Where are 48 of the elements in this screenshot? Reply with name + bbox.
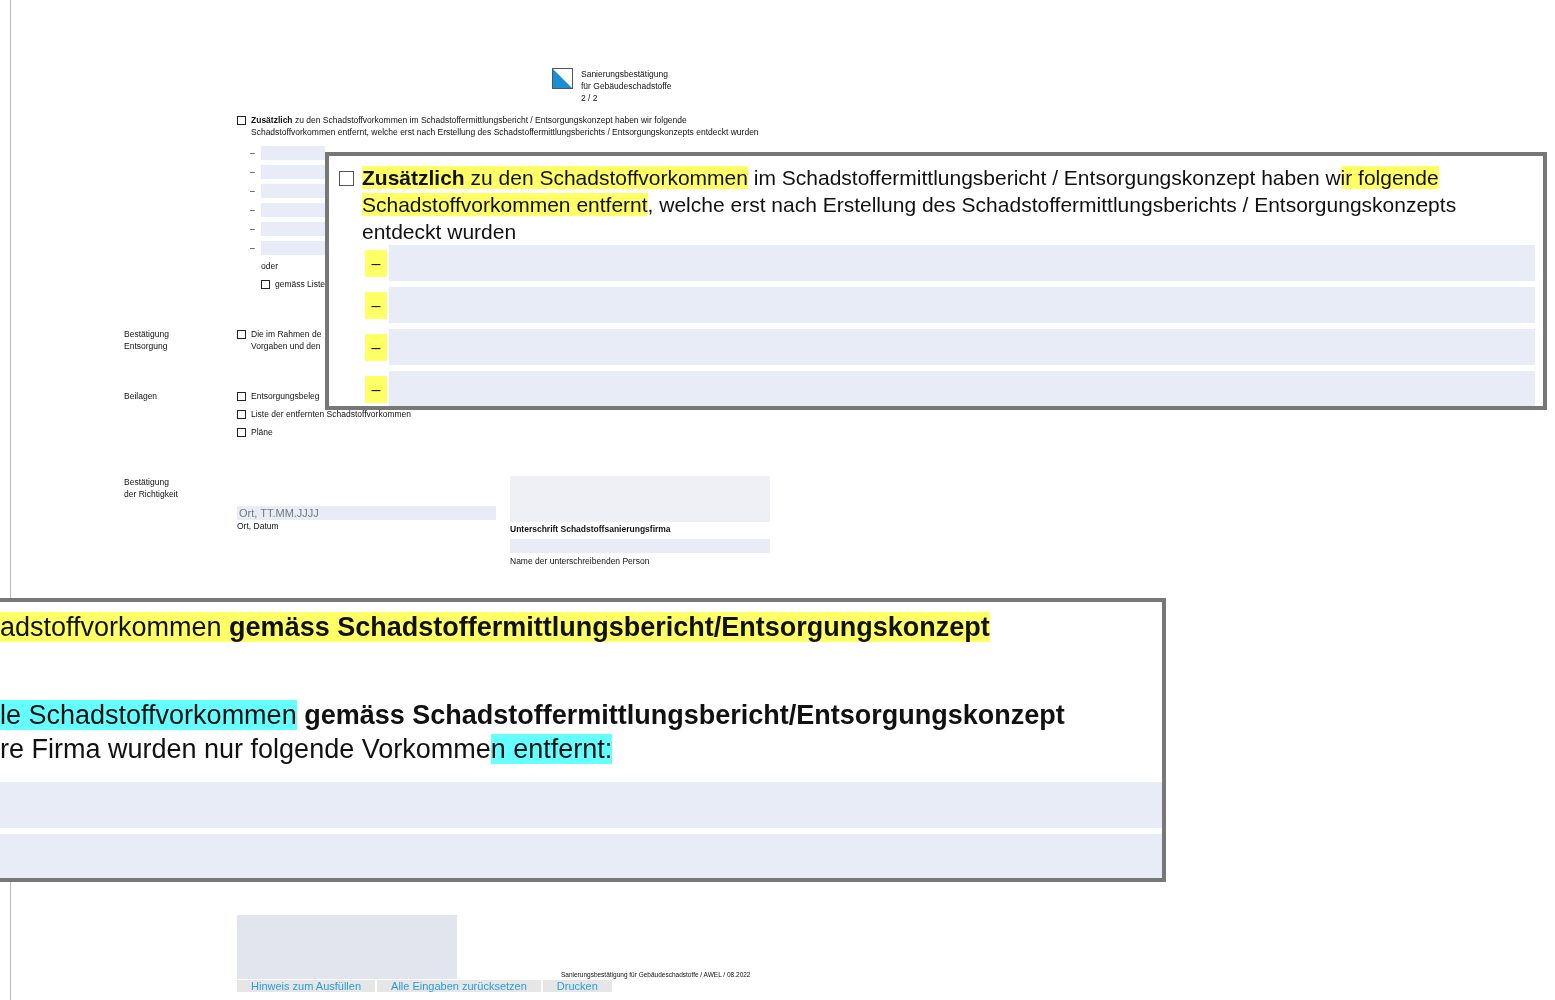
dash-text: – [250, 203, 255, 216]
dash-text: – [250, 146, 255, 159]
input-field[interactable] [0, 782, 1162, 828]
callout-text: adstoffvorkommen gemäss Schadstoffermittlungsbericht/Entsorgungskonzept [0, 611, 991, 644]
option-label: Liste der entfernten Schadstoffvorkommen [251, 408, 411, 420]
section-label: Beilagen [124, 390, 159, 403]
checkbox[interactable] [237, 392, 246, 401]
dash-text: – [365, 375, 387, 403]
checkbox[interactable] [339, 171, 354, 186]
dash-text: – [365, 249, 387, 277]
toolbar-button[interactable]: Alle Eingaben zurücksetzen [377, 980, 543, 992]
section-label: Bestätigung der Richtigkeit [124, 476, 179, 501]
or-text: oder [261, 261, 278, 271]
signature-caption: Unterschrift Schadstoffsanierungsfirma [510, 524, 671, 534]
paragraph-text: Zusätzlich zu den Schadstoffvorkommen im Schadstoffermittlungsbericht / Entsorgungskonzept haben wir folgende Schadstoffvorkommen entfernt, welche erst nach Erstellung des Schadstoffermittlungsberichts / Entsorgungskonzepts entdeckt wurden [251, 114, 760, 138]
checkbox[interactable] [237, 116, 246, 125]
section-label: Bestätigung Entsorgung [124, 328, 170, 353]
input-field[interactable] [260, 221, 325, 236]
option-label: Pläne [251, 426, 273, 438]
input-field[interactable] [260, 240, 325, 255]
input-field[interactable] [260, 202, 325, 217]
date-field[interactable]: Ort, TT.MM.JJJJ [237, 506, 496, 520]
checkbox[interactable] [261, 280, 270, 289]
option-label: Die im Rahmen de Vorgaben und den [251, 328, 322, 352]
input-field[interactable] [389, 371, 1535, 406]
dash-text: – [250, 222, 255, 235]
checkbox[interactable] [237, 410, 246, 419]
input-field[interactable] [260, 145, 325, 160]
checkbox[interactable] [237, 428, 246, 437]
toolbar-button[interactable]: Drucken [542, 980, 614, 992]
field-caption: Name der unterschreibenden Person [510, 556, 650, 566]
option-label: Entsorgungsbeleg [251, 390, 320, 402]
callout-text: le Schadstoffvorkommen gemäss Schadstoffermittlungsbericht/Entsorgungskonzept [0, 699, 1066, 732]
field-caption: Ort, Datum [237, 521, 279, 531]
document-title: Sanierungsbestätigung für Gebäudeschadstoffe 2 / 2 [581, 68, 672, 104]
logo-icon [552, 68, 573, 89]
dash-text: – [250, 165, 255, 178]
toolbar-button[interactable]: Hinweis zum Ausfüllen [237, 980, 378, 992]
dash-text: – [250, 241, 255, 254]
dash-text: – [365, 291, 387, 319]
input-field[interactable] [0, 834, 1162, 878]
input-field[interactable] [260, 183, 325, 198]
dash-text: – [365, 333, 387, 361]
dash-text: – [250, 184, 255, 197]
option-label: gemäss Liste [275, 278, 326, 290]
input-field[interactable] [260, 164, 325, 179]
callout-text: re Firma wurden nur folgende Vorkommen entfernt: [0, 733, 614, 766]
checkbox[interactable] [237, 330, 246, 339]
